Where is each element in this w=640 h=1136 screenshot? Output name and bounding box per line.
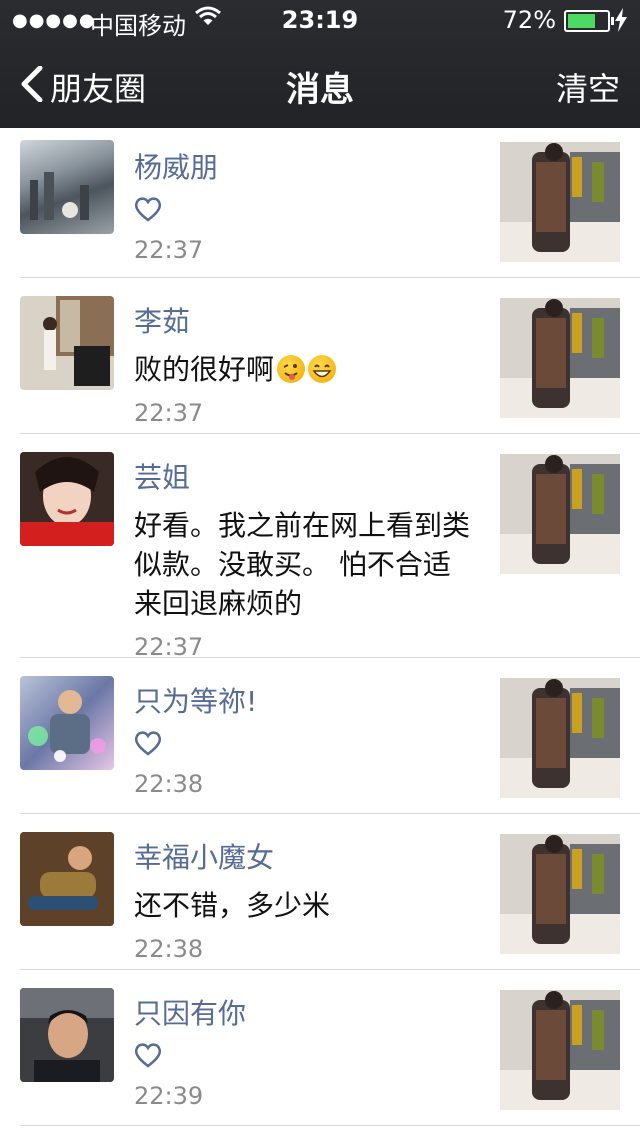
user-name[interactable]: 芸姐	[134, 456, 474, 496]
message-row[interactable]: 只为等祢! 22:38	[20, 658, 640, 814]
user-name[interactable]: 只因有你	[134, 992, 474, 1032]
grin-emoji	[308, 355, 337, 383]
message-row[interactable]: 芸姐 好看。我之前在网上看到类似款。没敢买。 怕不合适来回退麻烦的 22:37	[20, 434, 640, 661]
avatar[interactable]	[20, 676, 114, 770]
avatar[interactable]	[20, 988, 114, 1082]
message-content: 杨威朋 22:37	[134, 146, 474, 264]
comment-text: 败的很好啊	[134, 350, 474, 389]
heart-icon	[134, 1043, 162, 1068]
post-thumbnail[interactable]	[500, 298, 620, 418]
post-thumbnail[interactable]	[500, 990, 620, 1110]
top-bar: ●●●●● 中国移动 23:19 72% 朋友圈 消息 清空	[0, 0, 640, 128]
user-name[interactable]: 只为等祢!	[134, 680, 474, 720]
status-bar: ●●●●● 中国移动 23:19 72%	[0, 0, 640, 40]
comment-text: 好看。我之前在网上看到类似款。没敢买。 怕不合适来回退麻烦的	[134, 509, 471, 620]
post-thumbnail[interactable]	[500, 454, 620, 574]
message-row[interactable]: 幸福小魔女 还不错，多少米 22:38	[20, 814, 640, 970]
post-thumbnail[interactable]	[500, 678, 620, 798]
battery-percentage: 72%	[502, 6, 556, 34]
navigation-bar: 朋友圈 消息 清空	[0, 40, 640, 128]
message-row[interactable]: 杨威朋 22:37	[20, 128, 640, 278]
message-list: 杨威朋 22:37 李茹 败的很好啊 22:37 芸姐 好看。我之前在网上看到类…	[0, 128, 640, 1126]
message-content: 只为等祢! 22:38	[134, 680, 474, 798]
timestamp: 22:39	[134, 1082, 204, 1110]
message-content: 只因有你 22:39	[134, 992, 474, 1110]
charging-bolt-icon	[615, 8, 627, 32]
timestamp: 22:38	[134, 770, 204, 798]
timestamp: 22:37	[134, 236, 204, 264]
message-content: 李茹 败的很好啊 22:37	[134, 300, 474, 427]
timestamp: 22:38	[134, 935, 204, 963]
user-name[interactable]: 杨威朋	[134, 146, 474, 186]
comment-text: 还不错，多少米	[134, 889, 331, 922]
message-content: 幸福小魔女 还不错，多少米 22:38	[134, 836, 474, 963]
timestamp: 22:37	[134, 399, 204, 427]
heart-icon	[134, 731, 162, 756]
battery-icon	[564, 10, 614, 32]
clear-button[interactable]: 清空	[556, 64, 620, 110]
avatar[interactable]	[20, 140, 114, 234]
comment-body: 败的很好啊	[134, 353, 275, 386]
avatar[interactable]	[20, 832, 114, 926]
avatar[interactable]	[20, 452, 114, 546]
message-row[interactable]: 只因有你 22:39	[20, 970, 640, 1126]
post-thumbnail[interactable]	[500, 142, 620, 262]
user-name[interactable]: 幸福小魔女	[134, 836, 474, 876]
message-row[interactable]: 李茹 败的很好啊 22:37	[20, 278, 640, 434]
user-name[interactable]: 李茹	[134, 300, 474, 340]
message-content: 芸姐 好看。我之前在网上看到类似款。没敢买。 怕不合适来回退麻烦的 22:37	[134, 456, 474, 661]
heart-icon	[134, 197, 162, 222]
battery-level-fill	[568, 14, 595, 28]
timestamp: 22:37	[134, 633, 204, 661]
post-thumbnail[interactable]	[500, 834, 620, 954]
wink-tongue-emoji	[277, 355, 306, 383]
avatar[interactable]	[20, 296, 114, 390]
page-title: 消息	[286, 70, 354, 110]
